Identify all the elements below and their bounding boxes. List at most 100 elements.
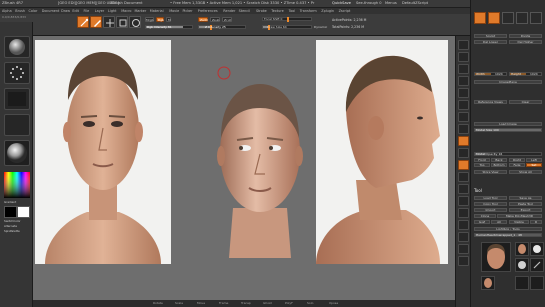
- ghost-button[interactable]: [458, 232, 469, 242]
- clear-button[interactable]: Clear: [509, 100, 542, 104]
- height-slider[interactable]: Height 1024: [509, 72, 542, 76]
- default-zscript[interactable]: DefaultZScript: [402, 1, 428, 5]
- menu-picker[interactable]: Picker: [182, 9, 192, 13]
- current-tool-thumbnail[interactable]: [481, 242, 511, 272]
- rotate-button[interactable]: [458, 196, 469, 206]
- menu-stroke[interactable]: Stroke: [256, 9, 267, 13]
- fade-button[interactable]: Fade: [509, 163, 525, 167]
- paste-tool-button[interactable]: Paste Tool: [509, 202, 542, 206]
- quicksave-button[interactable]: QuickSave: [332, 1, 351, 5]
- model-opacity-slider[interactable]: Model Opacity 16: [474, 152, 542, 156]
- bottom-frame-button[interactable]: Frame: [219, 301, 228, 305]
- bottom-xpose-button[interactable]: Xpose: [329, 301, 338, 305]
- aahalf-button[interactable]: [458, 100, 469, 110]
- menu-light[interactable]: Light: [108, 9, 116, 13]
- focal-shift-slider[interactable]: Focal Shift 0: [262, 17, 312, 22]
- texture-slot[interactable]: [4, 114, 30, 136]
- show-all-button[interactable]: Show All: [509, 170, 542, 174]
- menu-zplugin[interactable]: Zplugin: [321, 9, 334, 13]
- goz-r-button[interactable]: R: [530, 220, 542, 224]
- menu-tool[interactable]: Tool: [289, 9, 296, 13]
- zoom-button[interactable]: [458, 76, 469, 86]
- load-tool-button[interactable]: Load Tool: [474, 196, 507, 200]
- menu-brush[interactable]: Brush: [15, 9, 25, 13]
- floor-button[interactable]: [458, 124, 469, 134]
- zadd-button[interactable]: Zadd: [198, 17, 208, 22]
- scroll-button[interactable]: [458, 64, 469, 74]
- del-higher-button[interactable]: Del Higher: [509, 40, 542, 44]
- zcut-button[interactable]: Zcut: [222, 17, 232, 22]
- z-intensity-slider[interactable]: Z Intensity 25: [198, 25, 246, 30]
- bpr-button[interactable]: [458, 40, 469, 50]
- load-image-button[interactable]: Load Image: [474, 122, 542, 126]
- sculpt-button[interactable]: Sculpt: [474, 34, 507, 38]
- menu-layer[interactable]: Layer: [95, 9, 104, 13]
- bottom-scale-button[interactable]: Scale: [175, 301, 183, 305]
- menu-macro[interactable]: Macro: [121, 9, 131, 13]
- edit-mode-button[interactable]: [77, 16, 89, 28]
- menu-render[interactable]: Render: [223, 9, 235, 13]
- bottom-solo-button[interactable]: Solo: [307, 301, 313, 305]
- persp-button[interactable]: [458, 112, 469, 122]
- goz-all-button[interactable]: All: [491, 220, 507, 224]
- width-slider[interactable]: Width 1024: [474, 72, 507, 76]
- move-mode-button[interactable]: [103, 16, 115, 28]
- menu-draw[interactable]: Draw: [61, 9, 70, 13]
- move-button[interactable]: [458, 172, 469, 182]
- model-size-slider[interactable]: Model Size 100: [474, 128, 542, 132]
- view-front-button[interactable]: Front: [474, 158, 490, 162]
- make-polymesh-button[interactable]: Make PolyMesh3D: [497, 214, 542, 218]
- alpha-slot[interactable]: [4, 88, 30, 110]
- del-lower-button[interactable]: Del Lower: [474, 40, 507, 44]
- zsub-button[interactable]: Zsub: [210, 17, 220, 22]
- subtool-thumb-4[interactable]: [515, 258, 529, 272]
- primary-color-swatch[interactable]: [4, 206, 17, 218]
- stroke-slot[interactable]: [4, 62, 30, 84]
- spix-button[interactable]: [458, 52, 469, 62]
- menu-stencil[interactable]: Stencil: [239, 9, 250, 13]
- subtool-thumb-6[interactable]: [515, 276, 529, 290]
- bottom-polyf-button[interactable]: PolyF: [285, 301, 293, 305]
- rotate-mode-button[interactable]: [129, 16, 141, 28]
- view-back-button[interactable]: Back: [491, 158, 507, 162]
- mrgb-button[interactable]: Mrgb: [145, 17, 154, 22]
- menu-zscript[interactable]: Zscript: [339, 9, 351, 13]
- transp-button[interactable]: [458, 220, 469, 230]
- subtool-thumb-2[interactable]: [530, 242, 544, 256]
- draw-size-slider[interactable]: Draw Size 64: [262, 25, 312, 30]
- bottom-rotate-button[interactable]: Rotate: [153, 301, 163, 305]
- lightbox-tools-button[interactable]: Lightbox › Tools: [474, 227, 542, 231]
- polyf-button[interactable]: [458, 208, 469, 218]
- brush-slot[interactable]: [4, 36, 30, 58]
- bottom-move-button[interactable]: Move: [197, 301, 205, 305]
- subtool-thumb-5[interactable]: [530, 258, 544, 272]
- local-button[interactable]: [458, 136, 469, 146]
- menus-toggle[interactable]: Menus: [385, 1, 397, 5]
- import-button[interactable]: Import: [474, 208, 507, 212]
- clone-button[interactable]: Clone: [474, 214, 496, 218]
- copy-tool-button[interactable]: Copy Tool: [474, 202, 507, 206]
- tool-icon-5[interactable]: [530, 12, 542, 24]
- bottom-ghost-button[interactable]: Ghost: [263, 301, 272, 305]
- solo-button[interactable]: [458, 244, 469, 254]
- scale-button[interactable]: [458, 184, 469, 194]
- material-slot[interactable]: [4, 140, 30, 166]
- tool-icon-1[interactable]: [474, 12, 486, 24]
- menu-color[interactable]: Color: [29, 9, 38, 13]
- ref-views-button[interactable]: Reference Views: [474, 100, 507, 104]
- color-picker[interactable]: [4, 172, 30, 198]
- menu-alpha[interactable]: Alpha: [2, 9, 12, 13]
- subtool-thumb-7[interactable]: [530, 276, 544, 290]
- xyz-button[interactable]: [458, 148, 469, 158]
- tool-palette-header[interactable]: Tool: [474, 188, 482, 193]
- scale-mode-button[interactable]: [116, 16, 128, 28]
- xpose-button[interactable]: [458, 256, 469, 266]
- subtool-thumb-1[interactable]: [515, 242, 529, 256]
- store-view-button[interactable]: Store View: [474, 170, 507, 174]
- alternate-button[interactable]: Alternate: [4, 224, 17, 228]
- menu-movie[interactable]: Movie: [169, 9, 179, 13]
- rgb-intensity-slider[interactable]: Rgb Intensity 81: [145, 25, 193, 29]
- view-right-button[interactable]: Right: [509, 158, 525, 162]
- draw-mode-button[interactable]: [90, 16, 102, 28]
- menu-file[interactable]: File: [84, 9, 90, 13]
